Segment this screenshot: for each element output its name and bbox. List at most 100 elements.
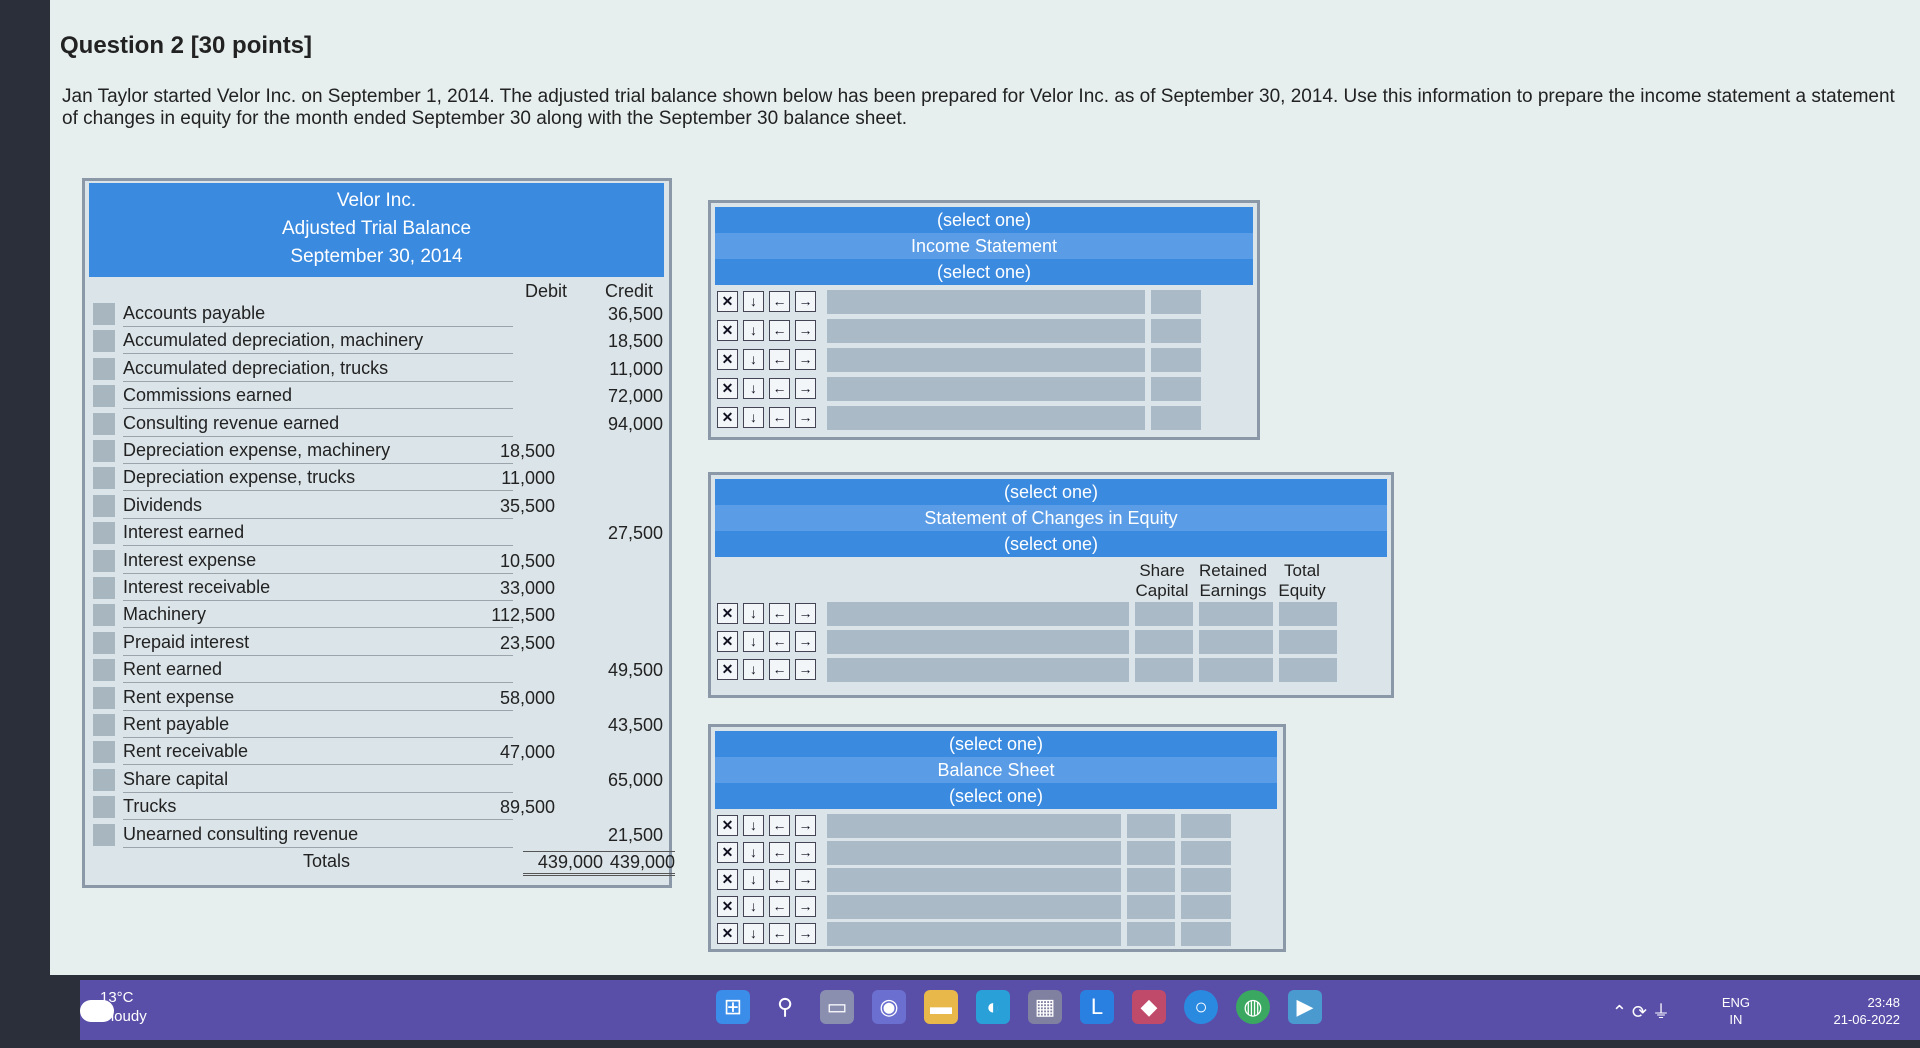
equity-statement-period-select[interactable]: (select one) [715,479,1387,505]
search-icon[interactable]: ⚲ [768,990,802,1024]
equity-statement-date-select[interactable]: (select one) [715,531,1387,557]
amount-input[interactable] [1199,658,1273,682]
indent-button[interactable]: → [795,349,816,370]
indent-button[interactable]: → [795,631,816,652]
outdent-button[interactable]: ← [769,896,790,917]
amount-input[interactable] [1181,814,1231,838]
clock[interactable]: 23:48 21-06-2022 [1834,994,1901,1028]
amount-input[interactable] [1279,602,1337,626]
delete-row-button[interactable]: ✕ [717,378,738,399]
indent-button[interactable]: → [795,378,816,399]
indent-button[interactable]: → [795,603,816,624]
account-input[interactable] [827,814,1121,838]
meet-icon[interactable]: ◉ [872,990,906,1024]
amount-input[interactable] [1135,602,1193,626]
amount-input[interactable] [1097,348,1145,372]
account-input[interactable] [827,290,1137,314]
windows-start-icon[interactable]: ⊞ [716,990,750,1024]
income-statement-period-select[interactable]: (select one) [715,207,1253,233]
indent-button[interactable]: → [795,842,816,863]
amount-input[interactable] [1127,841,1175,865]
account-input[interactable] [827,348,1137,372]
account-input[interactable] [827,602,1129,626]
outdent-button[interactable]: ← [769,603,790,624]
delete-row-button[interactable]: ✕ [717,869,738,890]
insert-row-button[interactable]: ↓ [743,603,764,624]
insert-row-button[interactable]: ↓ [743,896,764,917]
amount-input[interactable] [1279,630,1337,654]
delete-row-button[interactable]: ✕ [717,659,738,680]
balance-sheet-period-select[interactable]: (select one) [715,731,1277,757]
insert-row-button[interactable]: ↓ [743,659,764,680]
indent-button[interactable]: → [795,923,816,944]
task-view-icon[interactable]: ▭ [820,990,854,1024]
account-input[interactable] [827,922,1121,946]
amount-input[interactable] [1199,602,1273,626]
language-indicator[interactable]: ENG IN [1722,994,1750,1028]
amount-input[interactable] [1127,868,1175,892]
insert-row-button[interactable]: ↓ [743,923,764,944]
outdent-button[interactable]: ← [769,349,790,370]
insert-row-button[interactable]: ↓ [743,842,764,863]
outdent-button[interactable]: ← [769,842,790,863]
amount-input[interactable] [1181,895,1231,919]
outdent-button[interactable]: ← [769,407,790,428]
account-input[interactable] [827,406,1137,430]
insert-row-button[interactable]: ↓ [743,291,764,312]
outdent-button[interactable]: ← [769,815,790,836]
account-input[interactable] [827,895,1121,919]
system-tray-icons[interactable]: ⌃ ⟳ ⏚ [1612,998,1670,1024]
indent-button[interactable]: → [795,659,816,680]
delete-row-button[interactable]: ✕ [717,291,738,312]
delete-row-button[interactable]: ✕ [717,349,738,370]
outdent-button[interactable]: ← [769,631,790,652]
amount-input[interactable] [1199,630,1273,654]
account-input[interactable] [827,319,1137,343]
account-input[interactable] [827,868,1121,892]
amount-input[interactable] [1151,319,1201,343]
amount-input[interactable] [1097,377,1145,401]
chrome-icon[interactable]: ◍ [1236,990,1270,1024]
amount-input[interactable] [1097,319,1145,343]
shield-app-icon[interactable]: ◆ [1132,990,1166,1024]
weather-widget[interactable]: 13°C Cloudy [80,988,147,1026]
account-input[interactable] [827,658,1129,682]
insert-row-button[interactable]: ↓ [743,815,764,836]
account-input[interactable] [827,841,1121,865]
outdent-button[interactable]: ← [769,869,790,890]
delete-row-button[interactable]: ✕ [717,320,738,341]
insert-row-button[interactable]: ↓ [743,349,764,370]
amount-input[interactable] [1127,814,1175,838]
insert-row-button[interactable]: ↓ [743,407,764,428]
outdent-button[interactable]: ← [769,659,790,680]
amount-input[interactable] [1279,658,1337,682]
insert-row-button[interactable]: ↓ [743,320,764,341]
indent-button[interactable]: → [795,407,816,428]
file-explorer-icon[interactable]: ▬ [924,990,958,1024]
amount-input[interactable] [1151,406,1201,430]
delete-row-button[interactable]: ✕ [717,815,738,836]
income-statement-date-select[interactable]: (select one) [715,259,1253,285]
amount-input[interactable] [1181,841,1231,865]
delete-row-button[interactable]: ✕ [717,842,738,863]
amount-input[interactable] [1151,348,1201,372]
l-app-icon[interactable]: L [1080,990,1114,1024]
amount-input[interactable] [1151,290,1201,314]
delete-row-button[interactable]: ✕ [717,896,738,917]
indent-button[interactable]: → [795,896,816,917]
delete-row-button[interactable]: ✕ [717,923,738,944]
account-input[interactable] [827,630,1129,654]
delete-row-button[interactable]: ✕ [717,603,738,624]
amount-input[interactable] [1127,895,1175,919]
amount-input[interactable] [1135,630,1193,654]
amount-input[interactable] [1181,922,1231,946]
indent-button[interactable]: → [795,815,816,836]
amount-input[interactable] [1151,377,1201,401]
cortana-icon[interactable]: ○ [1184,990,1218,1024]
amount-input[interactable] [1127,922,1175,946]
outdent-button[interactable]: ← [769,320,790,341]
insert-row-button[interactable]: ↓ [743,869,764,890]
store-icon[interactable]: ▦ [1028,990,1062,1024]
account-input[interactable] [827,377,1137,401]
amount-input[interactable] [1135,658,1193,682]
